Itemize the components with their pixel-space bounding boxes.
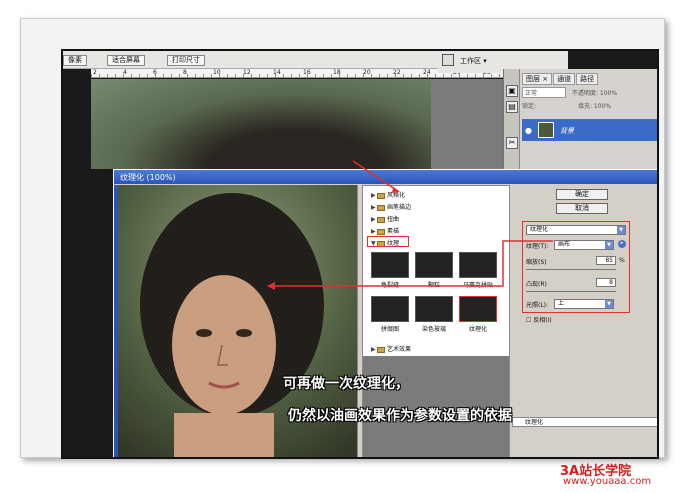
photoshop-screenshot: 像素 适合屏幕 打印尺寸 246810121416182022242628 工作… [61, 49, 659, 459]
folder-stylize[interactable]: ▶ 风格化 [371, 190, 405, 199]
caption-line-1: 可再做一次纹理化， [283, 376, 409, 392]
layer-background[interactable]: ● 背景 [522, 119, 657, 141]
opacity-value[interactable]: 100% [600, 90, 617, 97]
cancel-button[interactable]: 取消 [556, 203, 608, 214]
watermark-url: www.youaaa.com [563, 476, 652, 487]
workspace-icon[interactable] [442, 54, 454, 66]
blend-mode-select[interactable]: 正常 [522, 87, 566, 98]
thumb-stained-glass[interactable] [415, 296, 453, 322]
thumb-label-grain: 颗粒 [427, 282, 440, 289]
caption-line-2: 仍然以油画效果作为参数设置的依据 [288, 408, 512, 424]
folder-distort[interactable]: ▶ 扭曲 [371, 214, 399, 223]
eye-icon[interactable]: ● [525, 126, 532, 135]
panel-tools-strip: ▣ ▤ ✂ [504, 69, 520, 179]
print-size-button[interactable]: 打印尺寸 [167, 55, 205, 66]
texture-folder-highlight [367, 236, 409, 247]
layer-tabs: 图层 × 通道 路径 [522, 73, 599, 85]
layers-panel: ▣ ▤ ✂ 图层 × 通道 路径 正常 不透明度: 100% 锁定: 填充: 100… [503, 69, 657, 179]
fill-value[interactable]: 100% [594, 103, 611, 110]
actions-icon[interactable]: ▤ [506, 101, 518, 113]
thumb-craquelure[interactable] [371, 252, 409, 278]
layer-thumbnail [538, 122, 554, 138]
ruler-tick-label: 20 [363, 69, 371, 76]
ruler-tick-label: 18 [333, 69, 341, 76]
folder-sketch[interactable]: ▶ 素描 [371, 226, 399, 235]
tools-icon[interactable]: ✂ [506, 137, 518, 149]
history-icon[interactable]: ▣ [506, 85, 518, 97]
filter-select[interactable]: 纹理化 ▼ [526, 225, 626, 235]
ruler-tick-label: 2 [93, 69, 97, 76]
canvas-photo [91, 79, 431, 169]
layer-name: 背景 [560, 127, 574, 135]
scaling-unit: % [619, 257, 625, 264]
opacity-label: 不透明度: [571, 90, 598, 97]
thumb-label-patchwork: 拼缀图 [380, 326, 399, 333]
ruler-tick-label: 6 [153, 69, 157, 76]
invert-checkbox[interactable]: ☐ 反相(I) [526, 315, 552, 324]
lock-label: 锁定: [522, 103, 537, 110]
settings-panel: 确定 取消 纹理化 ▼ 纹理(T): 画布 ▼ ▸ 缩放(S) 85 % 凸现(R)… [512, 185, 657, 457]
relief-input[interactable]: 8 [596, 278, 616, 287]
ruler-tick-label: 14 [273, 69, 281, 76]
ruler-tick-label: 8 [183, 69, 187, 76]
light-label: 光照(L): [526, 302, 549, 309]
dialog-title: 纹理化 (100%) [114, 170, 657, 184]
relief-slider[interactable] [526, 291, 616, 292]
scaling-slider[interactable] [526, 269, 616, 270]
thumb-mosaic-tiles[interactable] [459, 252, 497, 278]
fill-label: 填充: [577, 103, 592, 110]
folder-artistic[interactable]: ▶ 艺术效果 [371, 344, 411, 353]
ruler-tick-label: 24 [423, 69, 431, 76]
tab-paths[interactable]: 路径 [576, 73, 599, 85]
texture-label: 纹理(T): [526, 243, 549, 250]
ruler-tick-label: 12 [243, 69, 251, 76]
ruler-tick-label: 4 [123, 69, 127, 76]
thumb-label-mosaic-tiles: 马赛克拼贴 [462, 282, 493, 289]
options-toolbar: 像素 适合屏幕 打印尺寸 [63, 51, 503, 69]
thumb-texturizer[interactable] [459, 296, 497, 322]
folder-brush-strokes[interactable]: ▶ 画笔描边 [371, 202, 411, 211]
ok-button[interactable]: 确定 [556, 189, 608, 200]
thumb-label-craquelure: 龟裂缝 [380, 282, 399, 289]
scaling-input[interactable]: 85 [596, 256, 616, 265]
thumb-label-stained-glass: 染色玻璃 [421, 326, 446, 333]
page-frame: 像素 适合屏幕 打印尺寸 246810121416182022242628 工作… [20, 18, 665, 459]
canvas-area [91, 79, 503, 169]
applied-filter-layer[interactable]: 纹理化 [512, 417, 657, 427]
ruler-tick-label: 22 [393, 69, 401, 76]
ruler-tick-label: 10 [213, 69, 221, 76]
blend-row: 正常 不透明度: 100% [522, 87, 657, 98]
light-select[interactable]: 上 ▼ [554, 299, 614, 309]
texture-select[interactable]: 画布 ▼ [554, 240, 614, 250]
texture-menu-icon[interactable]: ▸ [618, 240, 626, 248]
ruler-tick-label: 16 [303, 69, 311, 76]
tab-layers[interactable]: 图层 × [522, 73, 553, 85]
tab-channels[interactable]: 通道 [553, 73, 576, 85]
relief-label: 凸现(R) [526, 281, 547, 288]
thumb-patchwork[interactable] [371, 296, 409, 322]
thumb-label-texturizer: 纹理化 [468, 326, 487, 333]
preview-edge [114, 185, 118, 457]
fit-screen-button[interactable]: 适合屏幕 [107, 55, 145, 66]
lock-row: 锁定: 填充: 100% [522, 101, 657, 111]
pixels-button[interactable]: 像素 [63, 55, 87, 66]
workspace-menu[interactable]: 工作区 ▾ [460, 56, 487, 66]
thumb-grain[interactable] [415, 252, 453, 278]
scaling-label: 缩放(S) [526, 259, 547, 266]
